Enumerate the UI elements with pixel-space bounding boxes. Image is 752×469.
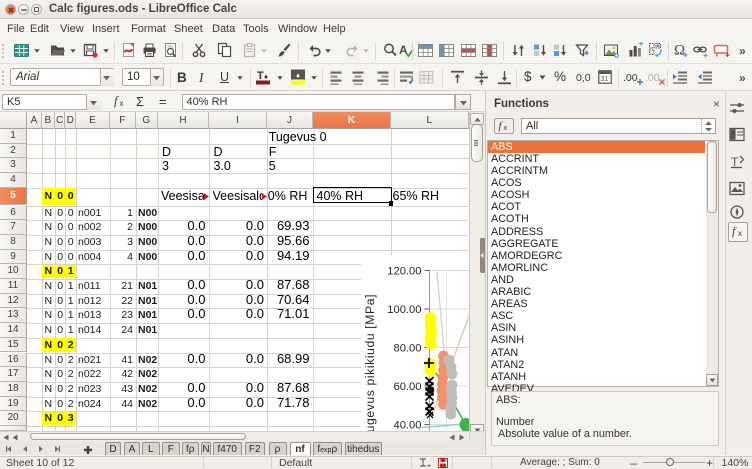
svg-text:100.00: 100.00 [387, 304, 421, 316]
svg-text:120.00: 120.00 [387, 265, 421, 277]
svg-text:31: 31 [601, 76, 609, 83]
svg-text:Ω: Ω [674, 43, 685, 59]
svg-text:60.00: 60.00 [393, 381, 421, 393]
svg-text:T: T [257, 70, 264, 82]
svg-text:Tugevus pikikiudu [MPa]: Tugevus pikikiudu [MPa] [363, 294, 377, 431]
svg-text:80.00: 80.00 [393, 342, 421, 354]
svg-text:40.00: 40.00 [393, 419, 421, 431]
